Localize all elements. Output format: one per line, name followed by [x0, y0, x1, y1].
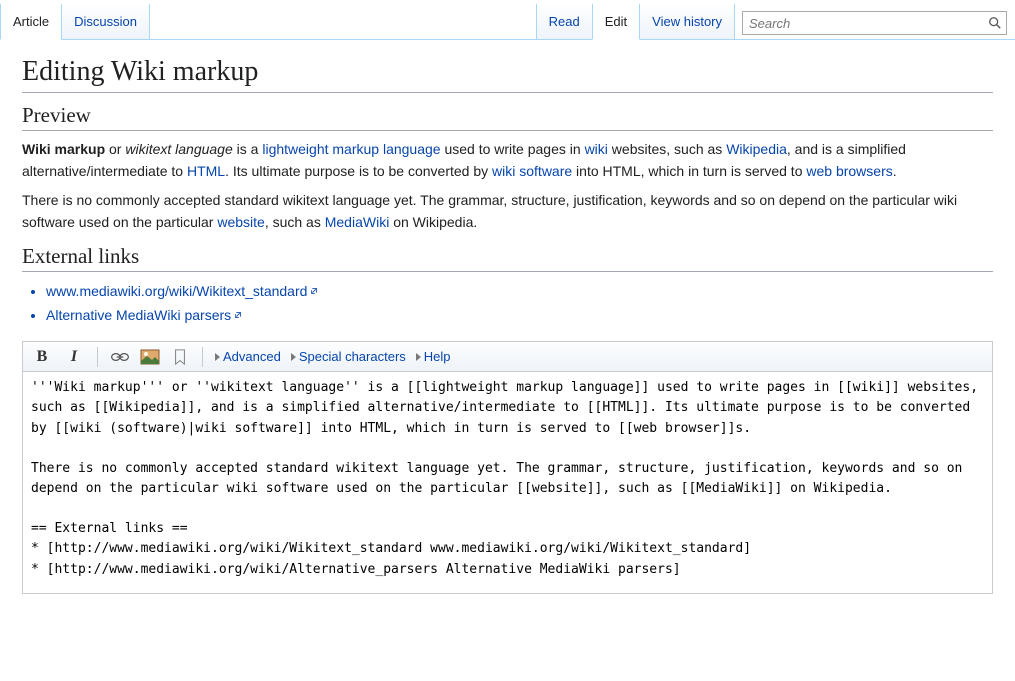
list-item: www.mediawiki.org/wiki/Wikitext_standard	[46, 280, 993, 304]
bold-text: Wiki markup	[22, 141, 105, 157]
external-link-icon	[233, 304, 243, 314]
wikitext-editor: B I Advanced Special characters	[22, 341, 993, 594]
tab-edit[interactable]: Edit	[592, 4, 640, 40]
content-area: Editing Wiki markup Preview Wiki markup …	[0, 40, 1015, 594]
search-icon[interactable]	[988, 16, 1002, 30]
reference-icon[interactable]	[170, 348, 190, 366]
search-container	[742, 11, 1007, 35]
page-title: Editing Wiki markup	[22, 56, 993, 93]
tab-read[interactable]: Read	[536, 4, 593, 39]
search-input[interactable]	[747, 15, 988, 32]
italic-text: wikitext language	[125, 141, 232, 157]
tab-discussion[interactable]: Discussion	[61, 4, 150, 39]
namespace-tabs: Article Discussion	[0, 4, 149, 39]
external-link-alt-parsers[interactable]: Alternative MediaWiki parsers	[46, 307, 231, 323]
link-html[interactable]: HTML	[187, 163, 225, 179]
chevron-right-icon	[291, 353, 296, 361]
embedded-file-icon[interactable]	[140, 348, 160, 366]
italic-button[interactable]: I	[63, 346, 85, 368]
preview-paragraph-1: Wiki markup or wikitext language is a li…	[22, 139, 993, 182]
toolbar-separator	[97, 347, 98, 367]
chevron-right-icon	[416, 353, 421, 361]
search-box[interactable]	[742, 11, 1007, 35]
link-lightweight-markup[interactable]: lightweight markup language	[262, 141, 440, 157]
external-link-wikitext-standard[interactable]: www.mediawiki.org/wiki/Wikitext_standard	[46, 283, 307, 299]
tab-view-history[interactable]: View history	[639, 4, 735, 39]
link-website[interactable]: website	[217, 214, 264, 230]
link-wiki-software[interactable]: wiki software	[492, 163, 572, 179]
external-links-list: www.mediawiki.org/wiki/Wikitext_standard…	[22, 280, 993, 328]
editor-toolbar: B I Advanced Special characters	[23, 342, 992, 372]
link-mediawiki[interactable]: MediaWiki	[325, 214, 390, 230]
link-wikipedia[interactable]: Wikipedia	[726, 141, 787, 157]
toolbar-help[interactable]: Help	[416, 349, 451, 364]
external-links-heading: External links	[22, 244, 993, 272]
list-item: Alternative MediaWiki parsers	[46, 304, 993, 328]
top-tab-bar: Article Discussion Read Edit View histor…	[0, 0, 1015, 40]
wikitext-textarea[interactable]	[23, 372, 992, 590]
bold-button[interactable]: B	[31, 346, 53, 368]
link-icon[interactable]	[110, 348, 130, 366]
link-wiki[interactable]: wiki	[585, 141, 608, 157]
link-web-browsers[interactable]: web browsers	[806, 163, 892, 179]
view-tabs: Read Edit View history	[536, 4, 734, 39]
tab-article[interactable]: Article	[0, 4, 62, 40]
toolbar-special-characters[interactable]: Special characters	[291, 349, 406, 364]
toolbar-advanced[interactable]: Advanced	[215, 349, 281, 364]
toolbar-separator	[202, 347, 203, 367]
preview-paragraph-2: There is no commonly accepted standard w…	[22, 190, 993, 233]
external-link-icon	[309, 280, 319, 290]
preview-heading: Preview	[22, 103, 993, 131]
chevron-right-icon	[215, 353, 220, 361]
